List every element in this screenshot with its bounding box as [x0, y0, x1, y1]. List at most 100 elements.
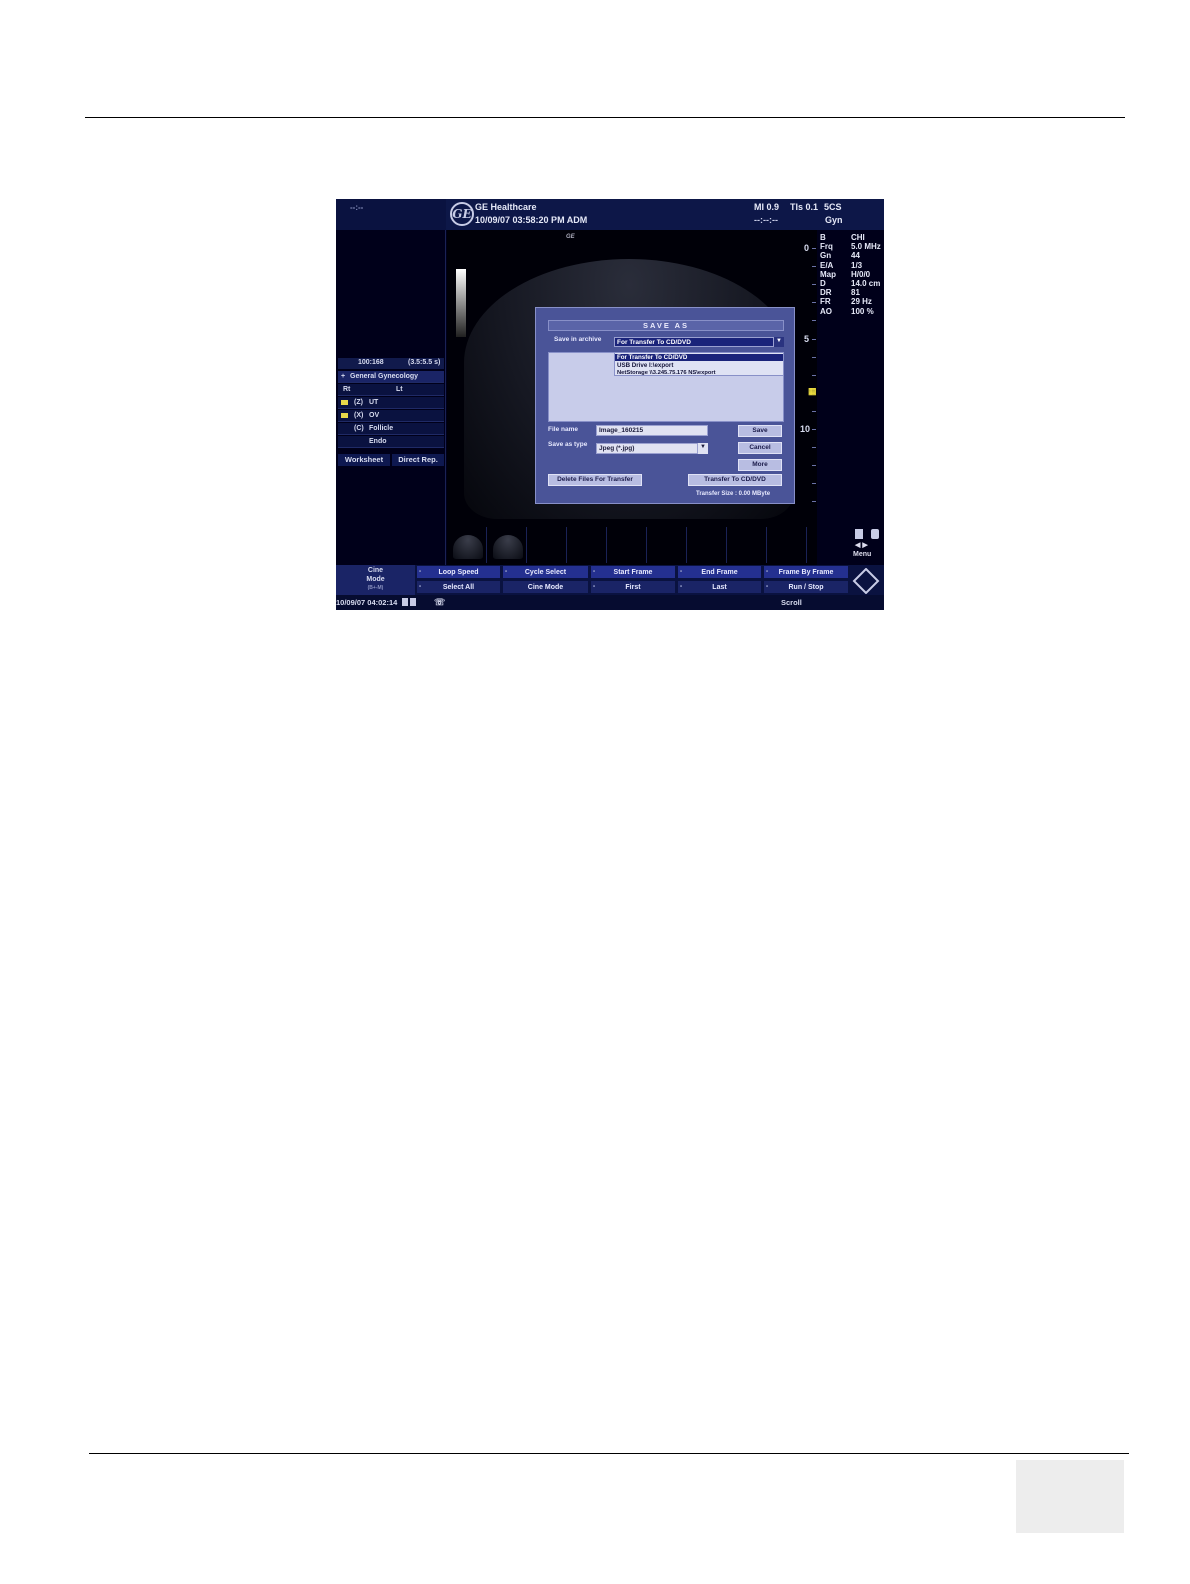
depth-tick	[812, 266, 816, 267]
save-type-label: Save as type	[548, 441, 588, 448]
thumbnail-slot[interactable]	[609, 527, 647, 563]
depth-tick	[812, 429, 816, 430]
archive-select[interactable]: For Transfer To CD/DVD	[614, 337, 774, 347]
start-frame-key[interactable]: • Start Frame	[590, 565, 676, 579]
depth-mark-0: 0	[804, 243, 810, 253]
param-row: AO 100 %	[820, 306, 874, 316]
side-lt[interactable]: Lt	[396, 386, 403, 393]
ge-logo-icon: GE	[450, 202, 474, 226]
hotkey-c: (C)	[354, 425, 364, 432]
thumbnail-image	[453, 535, 483, 559]
save-type-select[interactable]: Jpeg (*.jpg)	[596, 443, 698, 454]
depth-tick	[812, 339, 816, 340]
depth-mark-5: 5	[804, 334, 810, 344]
probe-name: 5CS	[824, 202, 842, 212]
direct-report-button[interactable]: Direct Rep.	[392, 454, 444, 466]
menu-area[interactable]: ◀ ▶ Menu	[851, 528, 884, 565]
top-rule	[85, 117, 1125, 118]
clock-placeholder: --:--	[350, 203, 364, 212]
menu-label: Menu	[853, 551, 872, 558]
thumbnail-slot[interactable]	[569, 527, 607, 563]
imaging-parameters: B CHI Frq 5.0 MHz Gn 44 E/A 1/3 Map H/0/0 D 14…	[820, 233, 884, 316]
status-datetime: 10/09/07 04:02:14	[336, 598, 398, 607]
thumbnail-slot[interactable]	[689, 527, 727, 563]
thumbnail[interactable]	[449, 527, 487, 563]
file-name-input[interactable]: Image_160215	[596, 425, 708, 436]
cine-mode-toggle-key[interactable]: Cine Mode	[502, 580, 589, 594]
select-all-key[interactable]: • Select All	[416, 580, 501, 594]
param-row: FR 29 Hz	[820, 297, 872, 307]
trash-icon	[871, 529, 879, 539]
chevron-down-icon[interactable]: ▼	[698, 443, 708, 454]
cine-mode-line1: Cine	[367, 567, 384, 574]
tree-item-ov[interactable]: (X) OV	[338, 410, 444, 422]
hotkey-x: (X)	[354, 412, 364, 419]
end-frame-key[interactable]: • End Frame	[677, 565, 762, 579]
study-name: General Gynecology	[350, 373, 419, 380]
brand-name: GE Healthcare	[475, 202, 537, 212]
cine-duration: (3.5:5.5 s)	[408, 359, 441, 366]
bottom-rule	[89, 1453, 1129, 1454]
drive-icon	[410, 598, 416, 606]
cycle-select-key[interactable]: • Cycle Select	[502, 565, 589, 579]
exam-datetime: 10/09/07 03:58:20 PM ADM	[475, 215, 588, 225]
left-right-arrows-icon: ◀ ▶	[855, 542, 868, 549]
param-row: E/A 1/3	[820, 260, 863, 270]
depth-tick	[812, 465, 816, 466]
study-header[interactable]: + General Gynecology	[338, 371, 444, 383]
thumbnail-image	[493, 535, 523, 559]
archive-option-cd[interactable]: For Transfer To CD/DVD	[615, 354, 783, 361]
more-button[interactable]: More	[738, 459, 782, 471]
folder-icon	[341, 413, 348, 418]
phone-icon: ☏	[434, 597, 446, 607]
thumbnail-slot[interactable]	[649, 527, 687, 563]
frame-by-frame-key[interactable]: • Frame By Frame	[763, 565, 849, 579]
tree-item-ut[interactable]: (Z) UT	[338, 397, 444, 409]
depth-tick	[812, 447, 816, 448]
loop-speed-key[interactable]: • Loop Speed	[416, 565, 501, 579]
thermal-index: TIs 0.1	[790, 202, 819, 212]
depth-tick	[812, 501, 816, 502]
cancel-button[interactable]: Cancel	[738, 442, 782, 454]
trackball-function: Scroll	[781, 598, 802, 607]
save-button[interactable]: Save	[738, 425, 782, 437]
cine-mode-key[interactable]: Cine Mode (B+-M)	[336, 565, 415, 595]
first-key[interactable]: • First	[590, 580, 676, 594]
thumbnail[interactable]	[489, 527, 527, 563]
worksheet-button[interactable]: Worksheet	[338, 454, 390, 466]
delete-files-button[interactable]: Delete Files For Transfer	[548, 474, 642, 486]
param-row: Map H/0/0	[820, 269, 871, 279]
transfer-button[interactable]: Transfer To CD/DVD	[688, 474, 782, 486]
printer-icon	[402, 598, 408, 606]
ultrasound-screen: --:-- GE GE Healthcare 10/09/07 03:58:20…	[336, 199, 884, 610]
page-number-box	[1016, 1460, 1124, 1533]
transfer-size: Transfer Size : 0.00 MByte	[696, 491, 771, 497]
item-label-endo: Endo	[369, 438, 387, 445]
archive-dropdown-list: For Transfer To CD/DVD USB Drive I:\expo…	[614, 352, 784, 376]
side-rt[interactable]: Rt	[343, 386, 350, 393]
left-panel: 100:168 (3.5:5.5 s) + General Gynecology…	[336, 230, 446, 565]
side-selector: Rt Lt	[338, 384, 444, 396]
param-row: DR 81	[820, 288, 860, 298]
cine-mode-line3: (B+-M)	[367, 585, 384, 591]
status-bar: 10/09/07 04:02:14 ☏ Scroll	[336, 595, 884, 610]
archive-option-usb[interactable]: USB Drive I:\export	[617, 362, 673, 369]
thumbnail-slot[interactable]	[729, 527, 767, 563]
image-logo: GE	[566, 234, 575, 240]
tree-item-endo[interactable]: Endo	[338, 436, 444, 448]
cine-mode-line2: Mode	[366, 575, 385, 583]
depth-tick	[812, 411, 816, 412]
run-stop-key[interactable]: • Run / Stop	[763, 580, 849, 594]
tree-item-follicle[interactable]: (C) Follicle	[338, 423, 444, 435]
archive-option-net[interactable]: NetStorage \\3.245.75.176 NS\export	[617, 370, 716, 376]
last-key[interactable]: • Last	[677, 580, 762, 594]
depth-tick	[812, 357, 816, 358]
depth-tick	[812, 320, 816, 321]
focal-zone-marker-icon[interactable]: ▦	[808, 387, 817, 396]
thumbnail-slot[interactable]	[529, 527, 567, 563]
thumbnail-slot[interactable]	[769, 527, 807, 563]
depth-mark-10: 10	[800, 424, 811, 434]
chevron-down-icon[interactable]: ▼	[774, 337, 784, 347]
file-name-label: File name	[548, 426, 578, 433]
item-label-follicle: Follicle	[369, 425, 394, 432]
